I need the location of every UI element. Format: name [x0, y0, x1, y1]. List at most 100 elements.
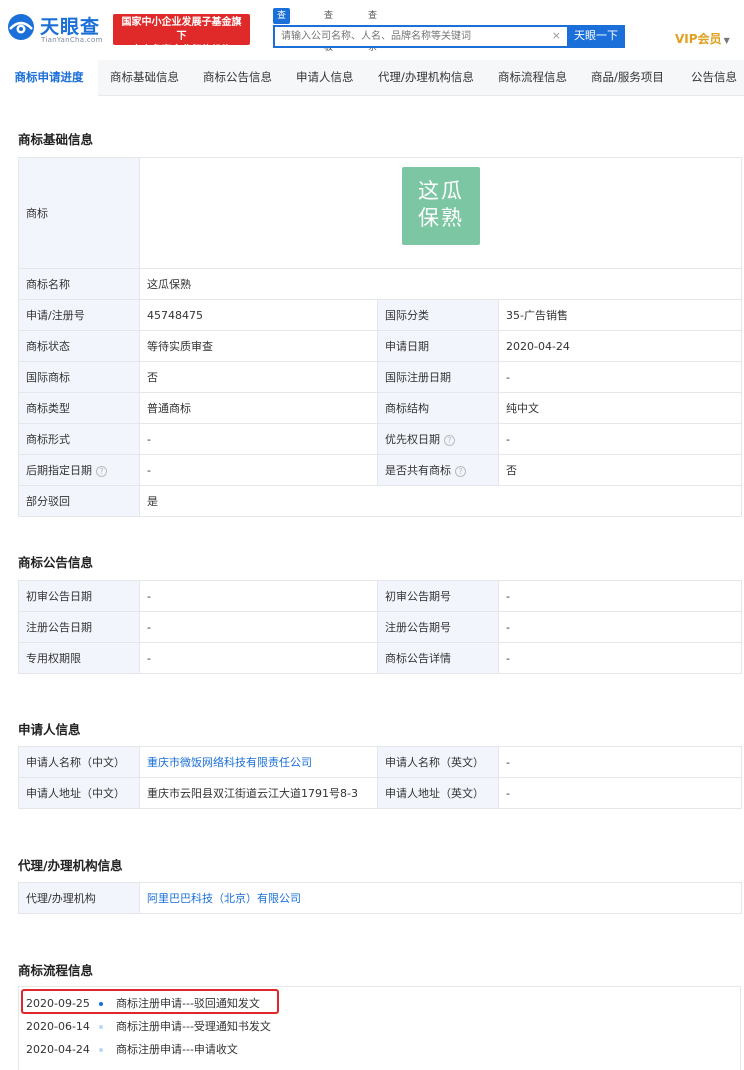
table-row: 商标类型 普通商标 商标结构 纯中文 [18, 392, 742, 424]
search-input[interactable] [275, 27, 545, 46]
field-value: 等待实质审查 [139, 330, 378, 362]
site-header: 天眼查 TianYanCha.com 国家中小企业发展子基金旗下 官方备案企业征… [0, 0, 744, 60]
table-row: 后期指定日期? - 是否共有商标? 否 [18, 454, 742, 486]
table-row: 商标形式 - 优先权日期? - [18, 423, 742, 455]
field-label: 代理/办理机构 [18, 882, 140, 914]
search-tab-relation[interactable]: 查关系 [364, 8, 381, 53]
table-row: 商标状态 等待实质审查 申请日期 2020-04-24 [18, 330, 742, 362]
field-value: - [498, 580, 742, 612]
field-value: - [139, 454, 378, 486]
applicant-name-link[interactable]: 重庆市微饭网络科技有限责任公司 [139, 746, 378, 778]
applicant-name-text[interactable]: 重庆市微饭网络科技有限责任公司 [147, 756, 312, 769]
tab-basic-info[interactable]: 商标基础信息 [110, 60, 179, 96]
trademark-name-value: 这瓜保熟 [139, 268, 742, 300]
agency-name-text[interactable]: 阿里巴巴科技（北京）有限公司 [147, 892, 301, 905]
field-label: 申请日期 [377, 330, 499, 362]
table-row: 初审公告日期 - 初审公告期号 - [18, 580, 742, 612]
partial-reject-label: 部分驳回 [18, 485, 140, 517]
announcement-info-title: 商标公告信息 [18, 555, 94, 570]
field-label: 后期指定日期 [26, 464, 92, 477]
list-item: 2020-06-14 商标注册申请---受理通知书发文 [19, 1016, 739, 1038]
partial-reject-value: 是 [139, 485, 742, 517]
trademark-image[interactable]: 这瓜 保熟 [402, 167, 480, 245]
field-label: 国际商标 [18, 361, 140, 393]
eye-logo-icon [8, 14, 34, 40]
tab-applicant-info[interactable]: 申请人信息 [296, 60, 354, 96]
field-label: 商标状态 [18, 330, 140, 362]
promo-line-1: 国家中小企业发展子基金旗下 [121, 17, 242, 42]
field-label: 申请人名称（英文） [377, 746, 499, 778]
tab-application-progress[interactable]: 商标申请进度 [0, 60, 98, 96]
field-value: - [498, 423, 742, 455]
search-button[interactable]: 天眼一下 [567, 25, 625, 48]
help-icon[interactable]: ? [444, 434, 455, 446]
vip-menu[interactable]: VIP会员 ▼ [675, 30, 730, 47]
field-label: 商标形式 [18, 423, 140, 455]
field-value: 2020-04-24 [498, 330, 742, 362]
promo-badge[interactable]: 国家中小企业发展子基金旗下 官方备案企业征信机构 [113, 14, 250, 56]
field-value: 普通商标 [139, 392, 378, 424]
field-label: 商标结构 [377, 392, 499, 424]
announcement-info-table: 初审公告日期 - 初审公告期号 - 注册公告日期 - 注册公告期号 - 专用权期… [18, 580, 742, 674]
tab-agency-info[interactable]: 代理/办理机构信息 [378, 60, 474, 96]
basic-info-table: 商标 这瓜 保熟 商标名称 这瓜保熟 申请/注册号 45748475 国际分类 … [18, 157, 742, 517]
trademark-image-cell: 这瓜 保熟 [139, 157, 742, 269]
field-label: 申请人名称（中文） [18, 746, 140, 778]
tab-goods-services[interactable]: 商品/服务项目 [591, 60, 664, 96]
search-box: × [273, 25, 567, 48]
field-label-with-help: 是否共有商标? [377, 454, 499, 486]
trademark-name-label: 商标名称 [18, 268, 140, 300]
search-tab-company[interactable]: 查公司 [273, 8, 291, 53]
field-value: - [498, 746, 742, 778]
help-icon[interactable]: ? [96, 465, 107, 477]
table-row: 申请人名称（中文） 重庆市微饭网络科技有限责任公司 申请人名称（英文） - [18, 746, 742, 778]
basic-info-title: 商标基础信息 [18, 132, 94, 147]
clear-icon[interactable]: × [552, 29, 561, 42]
field-label: 专用权期限 [18, 642, 140, 674]
field-label: 初审公告日期 [18, 580, 140, 612]
tab-notice-info[interactable]: 公告信息 [691, 60, 737, 96]
field-value: 纯中文 [498, 392, 742, 424]
flow-text: 商标注册申请---受理通知书发文 [116, 1020, 271, 1033]
applicant-info-table: 申请人名称（中文） 重庆市微饭网络科技有限责任公司 申请人名称（英文） - 申请… [18, 746, 742, 809]
field-value: - [139, 611, 378, 643]
table-row: 注册公告日期 - 注册公告期号 - [18, 611, 742, 643]
trademark-image-line-1: 这瓜 [418, 179, 464, 203]
field-label: 商标类型 [18, 392, 140, 424]
agency-link[interactable]: 阿里巴巴科技（北京）有限公司 [139, 882, 742, 914]
vip-label: VIP会员 [675, 32, 722, 46]
timeline-dot-icon [99, 1025, 103, 1029]
site-logo[interactable]: 天眼查 TianYanCha.com [6, 10, 110, 46]
trademark-label: 商标 [18, 157, 140, 269]
tab-announcement-info[interactable]: 商标公告信息 [203, 60, 272, 96]
table-row: 商标 这瓜 保熟 [18, 157, 742, 269]
field-label: 申请人地址（中文） [18, 777, 140, 809]
agency-info-table: 代理/办理机构 阿里巴巴科技（北京）有限公司 [18, 882, 742, 914]
field-value: 否 [139, 361, 378, 393]
field-value: - [498, 642, 742, 674]
field-label: 是否共有商标 [385, 464, 451, 477]
field-value: 否 [498, 454, 742, 486]
field-label: 优先权日期 [385, 433, 440, 446]
agency-info-title: 代理/办理机构信息 [18, 858, 123, 873]
search-tab-boss[interactable]: 查老板 [320, 8, 337, 53]
trademark-image-line-2: 保熟 [418, 206, 464, 230]
table-row: 申请/注册号 45748475 国际分类 35-广告销售 [18, 299, 742, 331]
field-value: - [139, 423, 378, 455]
tab-flow-info[interactable]: 商标流程信息 [498, 60, 567, 96]
list-item: 2020-04-24 商标注册申请---申请收文 [19, 1039, 739, 1061]
table-row: 国际商标 否 国际注册日期 - [18, 361, 742, 393]
table-row: 商标名称 这瓜保熟 [18, 268, 742, 300]
field-value: - [139, 642, 378, 674]
flow-text: 商标注册申请---申请收文 [116, 1043, 238, 1056]
flow-info-title: 商标流程信息 [18, 963, 94, 978]
promo-line-2: 官方备案企业征信机构 [131, 45, 232, 56]
field-label: 国际分类 [377, 299, 499, 331]
flow-date: 2020-06-14 [26, 1020, 90, 1033]
help-icon[interactable]: ? [455, 465, 466, 477]
field-value: 45748475 [139, 299, 378, 331]
field-value: - [139, 580, 378, 612]
caret-down-icon: ▼ [723, 36, 730, 45]
highlight-box [21, 989, 279, 1014]
field-label: 商标公告详情 [377, 642, 499, 674]
